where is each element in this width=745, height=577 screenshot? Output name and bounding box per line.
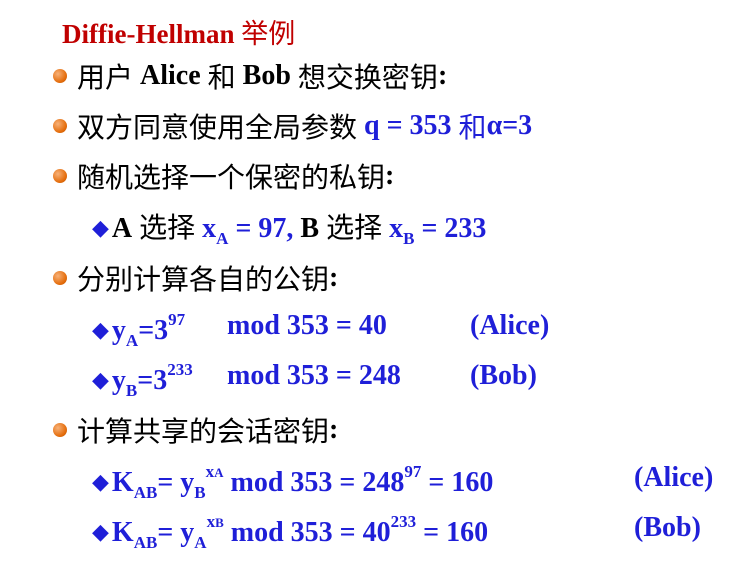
bullet-dot-icon bbox=[53, 169, 67, 183]
choose-text: 选择 bbox=[139, 213, 196, 244]
exponent: 233 bbox=[167, 360, 193, 379]
diamond-icon: ◆ bbox=[92, 519, 109, 544]
exp-sub: A bbox=[214, 465, 224, 480]
bullet-session-key: 计算共享的会话密钥: bbox=[53, 410, 338, 450]
page-title: Diffie-Hellman 举例 bbox=[62, 12, 295, 51]
colon: : bbox=[437, 60, 448, 91]
bullet-choose-private: 随机选择一个保密的私钥: bbox=[53, 156, 394, 196]
public-key-b-mod: mod 353 = 248 bbox=[227, 360, 401, 391]
result: = 160 bbox=[428, 467, 494, 498]
bullet-dot-icon bbox=[53, 69, 67, 83]
title-cjk: 举例 bbox=[241, 19, 296, 49]
bullet-compute-public: 分别计算各自的公钥: bbox=[53, 258, 338, 298]
session-key-bob-line: ◆ KAB= yAxB mod 353 = 40233 = 160 bbox=[92, 512, 488, 553]
bob-label: Bob bbox=[242, 60, 291, 91]
sub-b: B bbox=[125, 381, 138, 400]
mod-expression: mod 353 = 248 bbox=[230, 467, 405, 498]
diamond-icon: ◆ bbox=[92, 215, 109, 240]
bullet-text: 双方同意使用全局参数 bbox=[77, 113, 358, 144]
bullet-exchange-keys: 用户 Alice 和 Bob 想交换密钥: bbox=[53, 56, 447, 96]
alice-label: Alice bbox=[140, 60, 201, 91]
diamond-icon: ◆ bbox=[92, 469, 109, 494]
bob-tag: (Bob) bbox=[470, 360, 537, 391]
exponent: 233 bbox=[390, 512, 417, 531]
mod-expression: mod 353 = 40 bbox=[230, 517, 391, 548]
sub-a: A bbox=[125, 331, 139, 350]
private-b-value: = 233 bbox=[421, 213, 487, 244]
bullet-text: 想交换密钥 bbox=[297, 63, 438, 94]
exponent: 97 bbox=[404, 462, 422, 481]
colon: : bbox=[329, 262, 339, 293]
bullet-global-params: 双方同意使用全局参数 q = 353 和 α=3 bbox=[53, 106, 532, 146]
colon: : bbox=[329, 414, 339, 445]
alice-tag: (Alice) bbox=[634, 462, 714, 493]
public-key-a-line: ◆ yA=397 bbox=[92, 310, 185, 351]
session-key-alice-line: ◆ KAB= yBxA mod 353 = 24897 = 160 bbox=[92, 462, 493, 503]
party-b: B bbox=[300, 213, 320, 244]
exponent: 97 bbox=[168, 310, 186, 329]
sub-b: B bbox=[403, 229, 415, 248]
title-latin: Diffie-Hellman bbox=[62, 19, 235, 49]
colon: : bbox=[385, 160, 395, 191]
result: = 160 bbox=[423, 517, 489, 548]
var-x: x bbox=[202, 213, 217, 244]
diamond-icon: ◆ bbox=[92, 317, 109, 342]
bob-tag: (Bob) bbox=[634, 512, 701, 543]
public-key-b-line: ◆ yB=3233 bbox=[92, 360, 193, 401]
bullet-text: 计算共享的会话密钥 bbox=[77, 417, 330, 448]
and-text: 和 bbox=[458, 113, 487, 144]
param-q: q = 353 bbox=[364, 110, 452, 141]
var-y: y bbox=[111, 315, 126, 346]
sub-ab: AB bbox=[133, 533, 158, 552]
bullet-dot-icon bbox=[53, 271, 67, 285]
sub-a: A bbox=[216, 229, 229, 248]
exp-x: x bbox=[206, 512, 216, 531]
bullet-dot-icon bbox=[53, 119, 67, 133]
equals-y: = y bbox=[157, 467, 195, 498]
diamond-icon: ◆ bbox=[92, 367, 109, 392]
base: =3 bbox=[138, 315, 169, 346]
sub-ab: AB bbox=[133, 483, 158, 502]
party-a: A bbox=[111, 213, 133, 244]
private-keys-line: ◆ A 选择 xA = 97, B 选择 xB = 233 bbox=[92, 206, 486, 249]
and-text: 和 bbox=[207, 63, 236, 94]
exponent-x: xB bbox=[207, 512, 224, 531]
public-key-a-mod: mod 353 = 40 bbox=[227, 310, 387, 341]
bullet-dot-icon bbox=[53, 423, 67, 437]
choose-text: 选择 bbox=[326, 213, 383, 244]
var-x: x bbox=[389, 213, 404, 244]
var-k: K bbox=[111, 517, 134, 548]
bullet-text: 随机选择一个保密的私钥 bbox=[77, 163, 386, 194]
exp-x: x bbox=[205, 462, 215, 481]
exponent-x: xA bbox=[206, 462, 224, 481]
bullet-text: 分别计算各自的公钥 bbox=[77, 265, 330, 296]
private-a-value: = 97, bbox=[235, 213, 294, 244]
alice-tag: (Alice) bbox=[470, 310, 550, 341]
var-k: K bbox=[111, 467, 134, 498]
param-alpha: α=3 bbox=[486, 110, 533, 141]
sub-a: A bbox=[194, 533, 207, 552]
bullet-text: 用户 bbox=[77, 63, 134, 94]
base: =3 bbox=[137, 365, 168, 396]
var-y: y bbox=[111, 365, 126, 396]
exp-sub: B bbox=[215, 515, 224, 530]
sub-b: B bbox=[194, 483, 206, 502]
equals-y: = y bbox=[157, 517, 195, 548]
